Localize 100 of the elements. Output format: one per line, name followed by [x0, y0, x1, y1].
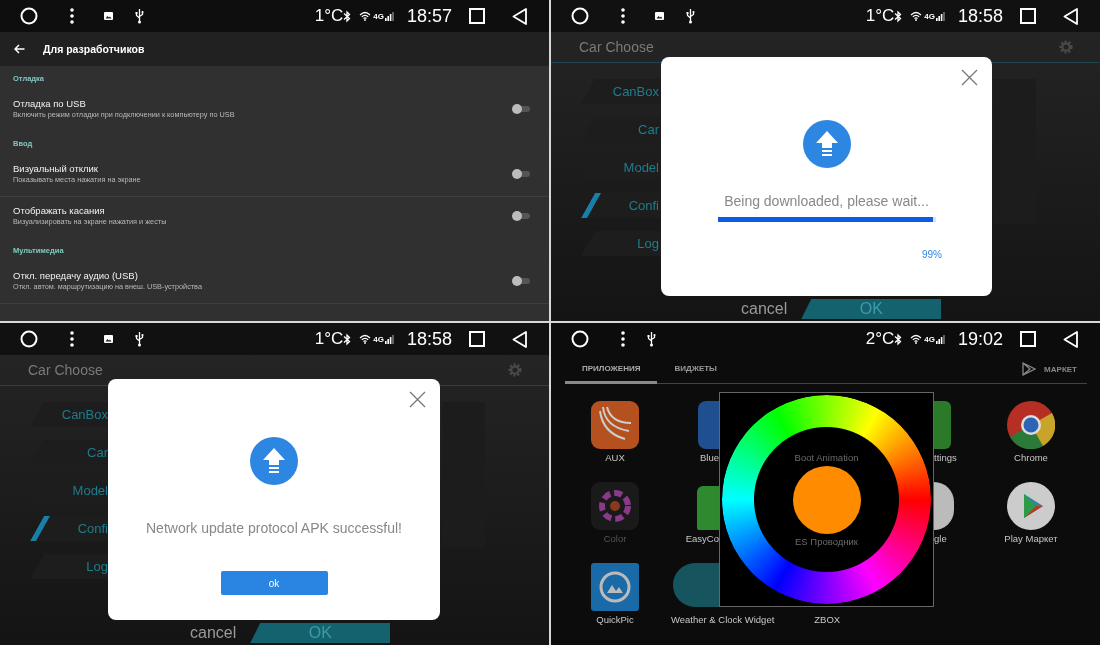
wifi-icon	[910, 11, 923, 21]
upload-icon	[802, 120, 851, 168]
recent-apps-icon[interactable]	[469, 8, 485, 24]
menu-icon[interactable]	[621, 331, 625, 347]
app-shortcut[interactable]: QuickPic	[565, 554, 665, 635]
menu-item[interactable]: CanBox	[581, 79, 661, 104]
menu-item[interactable]: Log	[30, 554, 110, 579]
home-icon[interactable]	[571, 7, 589, 25]
network-type-text: 4G	[924, 334, 935, 344]
menu-icon[interactable]	[70, 331, 74, 347]
progress-percent: 99%	[922, 249, 942, 260]
temperature-text: 2°C	[865, 329, 895, 349]
toggle-switch[interactable]	[513, 213, 530, 219]
back-icon[interactable]	[512, 7, 527, 25]
browser-icon	[1007, 401, 1055, 449]
market-link[interactable]: МАРКЕТ	[1044, 364, 1077, 374]
page-title: Для разработчиков	[43, 43, 145, 55]
ok-button[interactable]: OK	[250, 623, 391, 643]
temperature-text: 1°C	[314, 6, 344, 26]
menu-item[interactable]: Confi	[581, 193, 661, 218]
cancel-button[interactable]: cancel	[190, 624, 237, 642]
ok-button[interactable]: OK	[801, 299, 942, 319]
upload-icon	[250, 437, 298, 485]
play-store-icon[interactable]	[1022, 362, 1037, 376]
home-icon[interactable]	[20, 7, 38, 25]
color-ring-icon	[591, 482, 639, 530]
app-label: Boot Animation	[794, 451, 859, 464]
clock-text: 18:58	[957, 5, 1003, 27]
clock-text: 19:02	[957, 328, 1003, 350]
app-icon[interactable]	[934, 482, 954, 530]
usb-icon	[135, 8, 144, 24]
recent-apps-icon[interactable]	[469, 331, 485, 347]
signal-icon	[935, 11, 945, 21]
app-label: ES Проводник	[795, 535, 858, 548]
app-label: Blue	[700, 452, 719, 464]
dialog-message: Network update protocol APK successful!	[146, 520, 402, 536]
back-icon[interactable]	[1063, 7, 1078, 25]
signal-icon	[935, 334, 945, 344]
app-label: AUX	[605, 452, 625, 464]
tab[interactable]: ПРИЛОЖЕНИЯ	[565, 355, 658, 384]
menu-icon[interactable]	[621, 8, 625, 24]
image-icon	[104, 335, 113, 343]
app-label: Color	[603, 533, 627, 545]
menu-item[interactable]: Log	[581, 231, 661, 256]
setting-title: Откл. передачу аудио (USB)	[13, 270, 139, 282]
app-shortcut[interactable]: AUX	[565, 392, 665, 473]
toggle-switch[interactable]	[513, 106, 530, 112]
temperature-text: 1°C	[865, 6, 895, 26]
setting-title: Визуальный отклик	[13, 163, 100, 175]
app-label: Weather & Clock Widget	[671, 614, 775, 627]
bluetooth-icon	[894, 9, 903, 23]
tab[interactable]: ВИДЖЕТЫ	[657, 355, 734, 384]
bluetooth-icon	[343, 332, 352, 346]
app-shortcut[interactable]: Play Маркет	[981, 473, 1081, 554]
usb-icon	[135, 331, 144, 347]
image-icon	[104, 12, 113, 20]
home-icon[interactable]	[20, 330, 38, 348]
signal-icon	[384, 11, 394, 21]
temperature-text: 1°C	[314, 329, 344, 349]
recent-apps-icon[interactable]	[1020, 331, 1036, 347]
ok-button[interactable]: ok	[220, 571, 328, 595]
wifi-icon	[359, 334, 372, 344]
back-arrow-icon[interactable]	[14, 44, 25, 54]
dialog-message: Being downloaded, please wait...	[724, 193, 929, 209]
wifi-icon	[359, 11, 372, 21]
network-type-text: 4G	[924, 11, 935, 21]
menu-icon[interactable]	[70, 8, 74, 24]
app-label: gle	[934, 533, 947, 545]
network-type-text: 4G	[373, 334, 384, 344]
toggle-switch[interactable]	[513, 278, 530, 284]
photo-gallery-icon	[591, 563, 639, 611]
bluetooth-icon	[343, 9, 352, 23]
back-icon[interactable]	[512, 330, 527, 348]
recent-apps-icon[interactable]	[1020, 8, 1036, 24]
app-shortcut[interactable]: Chrome	[981, 392, 1081, 473]
app-title: Car Choose	[579, 39, 654, 55]
app-label: QuickPic	[596, 614, 634, 626]
menu-item[interactable]: CanBox	[30, 402, 110, 427]
network-type-text: 4G	[373, 11, 384, 21]
app-label: EasyCo	[685, 533, 719, 545]
home-icon[interactable]	[571, 330, 589, 348]
bluetooth-icon	[894, 332, 903, 346]
setting-title: Отображать касания	[13, 205, 106, 217]
cables-icon	[591, 401, 639, 449]
signal-icon	[384, 334, 394, 344]
app-label: Chrome	[1014, 452, 1048, 464]
usb-icon	[686, 8, 695, 24]
clock-text: 18:57	[406, 5, 452, 27]
toggle-switch[interactable]	[513, 171, 530, 177]
image-icon	[655, 12, 664, 20]
app-label: Play Маркет	[1004, 533, 1058, 545]
back-icon[interactable]	[1063, 330, 1078, 348]
wifi-icon	[910, 334, 923, 344]
cancel-button[interactable]: cancel	[741, 300, 788, 318]
close-icon[interactable]	[961, 69, 978, 86]
app-shortcut[interactable]: Color	[565, 473, 665, 554]
app-label: ZBOX	[814, 614, 841, 627]
setting-title: Отладка по USB	[13, 98, 87, 110]
menu-item[interactable]: Confi	[30, 516, 110, 541]
close-icon[interactable]	[409, 391, 426, 408]
